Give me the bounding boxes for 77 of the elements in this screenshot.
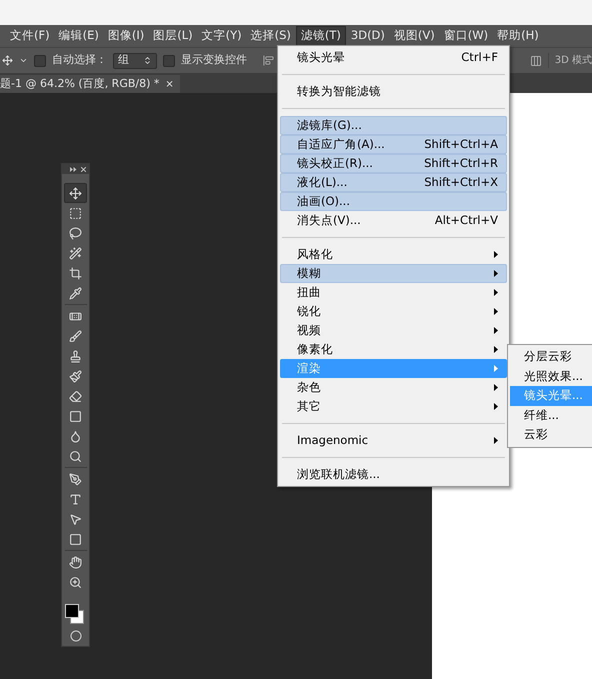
- group-select[interactable]: 组: [113, 52, 157, 68]
- checkbox[interactable]: [163, 54, 175, 66]
- menu-item[interactable]: Imagenomic: [280, 431, 507, 450]
- submenu-arrow-icon: [494, 403, 498, 410]
- menu-item[interactable]: 风格化: [280, 245, 507, 264]
- menu-item[interactable]: 编辑(E): [54, 26, 103, 46]
- menu-item[interactable]: 云彩: [510, 425, 592, 444]
- move-tool-icon[interactable]: [2, 55, 13, 66]
- menu-item[interactable]: 油画(O)...: [280, 192, 507, 211]
- stepper-icon: [143, 56, 152, 65]
- submenu-arrow-icon: [494, 308, 498, 315]
- submenu-arrow-icon: [494, 251, 498, 258]
- marquee-tool-icon: [69, 206, 82, 220]
- close-icon[interactable]: [81, 166, 86, 172]
- submenu-arrow-icon: [494, 437, 498, 444]
- menu-item[interactable]: 镜头校正(R)... Shift+Ctrl+R: [280, 154, 507, 173]
- submenu-arrow-icon: [494, 365, 498, 372]
- pen-tool-icon: [69, 472, 82, 486]
- submenu-arrow-icon: [494, 270, 498, 277]
- mode-3d-label: 3D 模式: [548, 53, 592, 68]
- menu-item[interactable]: 光照效果...: [510, 366, 592, 386]
- crop-tool-icon: [69, 266, 82, 280]
- menu-item[interactable]: 选择(S): [246, 26, 295, 46]
- menu-item[interactable]: 锐化: [280, 302, 507, 321]
- menu-item[interactable]: 视图(V): [390, 26, 439, 46]
- distribute-icon[interactable]: [530, 54, 542, 66]
- menu-item[interactable]: 杂色: [280, 378, 507, 397]
- document-title: 题-1 @ 64.2% (百度, RGB/8) *: [0, 76, 160, 92]
- menu-item[interactable]: 自适应广角(A)... Shift+Ctrl+A: [280, 135, 507, 154]
- menu-item[interactable]: 纤维...: [510, 406, 592, 425]
- stamp-tool-icon: [69, 350, 82, 362]
- align-icon[interactable]: [263, 55, 274, 66]
- menu-item[interactable]: 窗口(W): [440, 26, 492, 46]
- menu-item[interactable]: 视频: [280, 321, 507, 340]
- eyedropper-icon: [69, 286, 82, 300]
- caret-icon[interactable]: [19, 56, 28, 65]
- menu-item[interactable]: 浏览联机滤镜...: [280, 465, 507, 484]
- checkbox[interactable]: [34, 54, 46, 66]
- zoom-tool-icon: [69, 576, 82, 588]
- lasso-tool-icon: [69, 226, 82, 240]
- menu-item[interactable]: 图像(I): [104, 26, 148, 46]
- submenu-arrow-icon: [494, 327, 498, 334]
- collapse-icon[interactable]: [70, 166, 77, 172]
- close-tab-button[interactable]: ×: [165, 76, 174, 92]
- hand-tool-icon: [69, 556, 82, 568]
- menu-item[interactable]: 分层云彩: [510, 347, 592, 366]
- show-transform-label: 显示变换控件: [181, 52, 247, 68]
- menu-item[interactable]: 文字(Y): [198, 26, 246, 46]
- move-tool-icon: [69, 186, 82, 200]
- bandage-icon: [69, 310, 82, 322]
- menu-item[interactable]: 帮助(H): [493, 26, 543, 46]
- quick-mask-icon[interactable]: [70, 630, 82, 642]
- menu-item[interactable]: 滤镜(T): [296, 26, 346, 46]
- submenu-arrow-icon: [494, 346, 498, 353]
- menu-item[interactable]: 镜头光晕 Ctrl+F: [280, 48, 507, 67]
- menu-item[interactable]: 3D(D): [346, 26, 389, 46]
- menu-item[interactable]: 扭曲: [280, 283, 507, 302]
- menu-item[interactable]: 其它: [280, 397, 507, 416]
- menu-item[interactable]: 转换为智能滤镜: [280, 82, 507, 101]
- history-brush-icon: [69, 370, 82, 382]
- auto-select-label: 自动选择：: [52, 52, 107, 68]
- document-tab[interactable]: 题-1 @ 64.2% (百度, RGB/8) * ×: [0, 75, 180, 93]
- magic-wand-icon: [69, 246, 82, 260]
- menu-item[interactable]: 模糊: [280, 264, 507, 283]
- menu-item[interactable]: 液化(L)... Shift+Ctrl+X: [280, 173, 507, 192]
- tool-button[interactable]: [64, 183, 87, 203]
- submenu-arrow-icon: [494, 289, 498, 296]
- rectangle-tool-icon: [69, 532, 82, 546]
- eraser-icon: [69, 390, 82, 402]
- menu-item[interactable]: 像素化: [280, 340, 507, 359]
- menu-item[interactable]: 图层(L): [149, 26, 197, 46]
- submenu-arrow-icon: [494, 384, 498, 391]
- menu-item[interactable]: 消失点(V)... Alt+Ctrl+V: [280, 211, 507, 230]
- menu-item[interactable]: 文件(F): [6, 26, 54, 46]
- type-tool-icon: [69, 492, 82, 506]
- brush-tool-icon: [69, 330, 82, 342]
- menu-item[interactable]: 滤镜库(G)...: [280, 116, 507, 135]
